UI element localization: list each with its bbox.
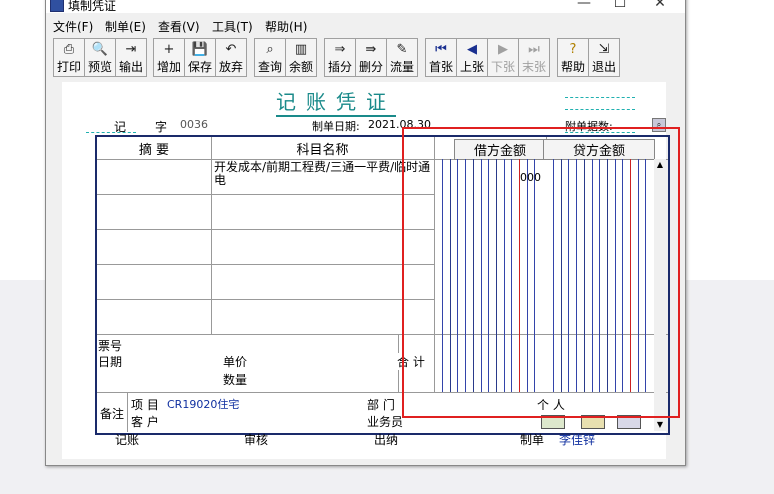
voucher-number[interactable]: 0036 bbox=[180, 118, 208, 131]
maker-name: 李佳锌 bbox=[559, 433, 596, 447]
insert-line-button[interactable]: ⇒ 插分 bbox=[324, 38, 356, 77]
discard-label: 放弃 bbox=[218, 60, 243, 74]
grid-line bbox=[211, 137, 212, 334]
prev-icon: ◀ bbox=[467, 42, 477, 57]
insert-line-icon: ⇒ bbox=[334, 42, 346, 57]
salesman-label: 业务员 bbox=[367, 415, 404, 429]
balance-label: 余额 bbox=[288, 60, 313, 74]
first-label: 首张 bbox=[428, 60, 453, 74]
exit-label: 退出 bbox=[591, 60, 616, 74]
grid-line bbox=[97, 229, 434, 230]
scroll-down-icon[interactable]: ▼ bbox=[654, 419, 666, 431]
voucher-type-underline bbox=[86, 132, 136, 133]
review-label: 审核 bbox=[244, 433, 269, 447]
last-label: 末张 bbox=[521, 60, 546, 74]
next-voucher-button[interactable]: ▶ 下张 bbox=[487, 38, 519, 77]
export-label: 输出 bbox=[118, 60, 143, 74]
next-icon: ▶ bbox=[498, 42, 508, 57]
first-voucher-button[interactable]: ⏮ 首张 bbox=[425, 38, 457, 77]
menu-file[interactable]: 文件(F) bbox=[53, 18, 93, 35]
title-bar: 填制凭证 — ☐ ✕ bbox=[46, 0, 685, 13]
cashier-label: 出纳 bbox=[374, 433, 399, 447]
account-column-header: 科目名称 bbox=[296, 143, 349, 158]
save-label: 保存 bbox=[187, 60, 212, 74]
unit-price-label: 单价 bbox=[223, 355, 248, 369]
discard-button[interactable]: ↶ 放弃 bbox=[215, 38, 247, 77]
export-icon: ⇥ bbox=[125, 42, 137, 57]
date-label: 制单日期: bbox=[312, 120, 360, 133]
grid-line bbox=[97, 194, 434, 195]
undo-icon: ↶ bbox=[225, 42, 237, 57]
delete-line-icon: ⇛ bbox=[365, 42, 377, 57]
customer-label: 客 户 bbox=[131, 415, 159, 429]
insert-line-label: 插分 bbox=[327, 60, 352, 74]
cash-flow-button[interactable]: ✎ 流量 bbox=[386, 38, 418, 77]
project-value[interactable]: CR19020住宅 bbox=[167, 396, 239, 412]
query-label: 查询 bbox=[257, 60, 282, 74]
summary-column-header: 摘 要 bbox=[138, 143, 170, 158]
window-title: 填制凭证 bbox=[68, 0, 117, 13]
grid-line bbox=[97, 264, 434, 265]
save-button[interactable]: 💾 保存 bbox=[184, 38, 216, 77]
grid-line bbox=[97, 299, 434, 300]
balance-chart-icon: ▥ bbox=[294, 42, 308, 57]
maker-label: 制单 bbox=[520, 433, 545, 447]
maximize-button[interactable]: ☐ bbox=[600, 0, 640, 13]
add-label: 增加 bbox=[156, 60, 181, 74]
printer-icon: ⎙ bbox=[63, 42, 75, 57]
bookkeeping-label: 记账 bbox=[115, 433, 140, 447]
menu-tools[interactable]: 工具(T) bbox=[212, 18, 253, 35]
flow-icon: ✎ bbox=[396, 42, 408, 57]
preview-button[interactable]: 🔍 预览 bbox=[84, 38, 116, 77]
export-button[interactable]: ⇥ 输出 bbox=[115, 38, 147, 77]
minimize-button[interactable]: — bbox=[564, 0, 604, 13]
grid-line bbox=[127, 392, 128, 432]
query-button[interactable]: ⌕ 查询 bbox=[254, 38, 286, 77]
next-label: 下张 bbox=[490, 60, 515, 74]
delete-line-button[interactable]: ⇛ 删分 bbox=[355, 38, 387, 77]
delete-line-label: 删分 bbox=[358, 60, 383, 74]
last-voucher-button[interactable]: ⏭ 末张 bbox=[518, 38, 550, 77]
save-icon: 💾 bbox=[191, 42, 209, 57]
voucher-title: 记账凭证 bbox=[276, 86, 396, 117]
menu-voucher[interactable]: 制单(E) bbox=[105, 18, 146, 35]
exit-icon: ⇲ bbox=[598, 42, 610, 57]
add-icon: + bbox=[163, 42, 175, 57]
prev-voucher-button[interactable]: ◀ 上张 bbox=[456, 38, 488, 77]
print-button[interactable]: ⎙ 打印 bbox=[53, 38, 85, 77]
balance-button[interactable]: ▥ 余额 bbox=[285, 38, 317, 77]
voucher-type[interactable]: 记 bbox=[114, 118, 126, 135]
row-summary-cell[interactable] bbox=[97, 161, 209, 193]
notes-label: 备注 bbox=[100, 407, 125, 421]
help-icon: ? bbox=[569, 42, 577, 57]
toolbar: ⎙ 打印 🔍 预览 ⇥ 输出 + 增加 💾 保存 ↶ 放弃 ⌕ 查询 ▥ 余额 ⇒ 插分 ⇛ 删分 … bbox=[46, 36, 685, 78]
department-label: 部 门 bbox=[367, 398, 395, 412]
menu-help[interactable]: 帮助(H) bbox=[265, 18, 307, 35]
menu-view[interactable]: 查看(V) bbox=[158, 18, 200, 35]
row-account-cell[interactable]: 开发成本/前期工程费/三通一平费/临时通电 bbox=[214, 161, 432, 187]
bill-date-label: 日期 bbox=[98, 355, 123, 369]
cash-flow-label: 流量 bbox=[389, 60, 414, 74]
quantity-label: 数量 bbox=[223, 373, 248, 387]
title-dash-line bbox=[565, 97, 635, 98]
preview-label: 预览 bbox=[87, 60, 112, 74]
binoculars-icon: ⌕ bbox=[266, 42, 274, 57]
highlight-annotation-box bbox=[402, 127, 680, 418]
exit-button[interactable]: ⇲ 退出 bbox=[588, 38, 620, 77]
prev-label: 上张 bbox=[459, 60, 484, 74]
last-icon: ⏭ bbox=[528, 42, 540, 57]
help-button[interactable]: ? 帮助 bbox=[557, 38, 589, 77]
menu-bar: 文件(F) 制单(E) 查看(V) 工具(T) 帮助(H) bbox=[46, 15, 685, 35]
add-button[interactable]: + 增加 bbox=[153, 38, 185, 77]
close-button[interactable]: ✕ bbox=[640, 0, 680, 13]
voucher-zi-label: 字 bbox=[155, 120, 168, 134]
help-label: 帮助 bbox=[560, 60, 585, 74]
project-label: 项 目 bbox=[131, 398, 159, 412]
preview-icon: 🔍 bbox=[91, 42, 109, 57]
bill-number-label: 票号 bbox=[98, 339, 123, 353]
app-icon bbox=[50, 0, 64, 12]
first-icon: ⏮ bbox=[435, 42, 447, 57]
title-dash-line bbox=[565, 109, 635, 110]
print-label: 打印 bbox=[56, 60, 81, 74]
